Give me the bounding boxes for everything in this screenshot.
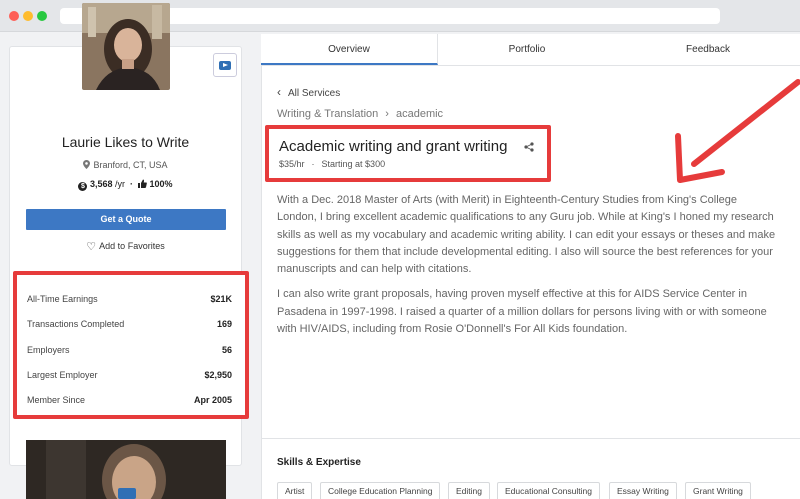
tab-overview[interactable]: Overview — [261, 34, 438, 65]
skill-tag[interactable]: Editing — [448, 482, 490, 499]
stat-row: Largest Employer $2,950 — [27, 370, 232, 384]
stat-row: Employers 56 — [27, 345, 232, 359]
rating-value: 100% — [149, 179, 173, 189]
description-paragraph: I can also write grant proposals, having… — [277, 288, 767, 336]
tab-portfolio[interactable]: Portfolio — [438, 34, 616, 65]
location-text: Branford, CT, USA — [93, 160, 168, 170]
profile-name: Laurie Likes to Write — [61, 134, 190, 150]
description-paragraph: With a Dec. 2018 Master of Arts (with Me… — [277, 194, 776, 276]
back-label: All Services — [288, 88, 341, 99]
all-services-link[interactable]: ‹ All Services — [277, 85, 340, 99]
add-to-favorites-link[interactable]: ♡ Add to Favorites — [9, 240, 242, 253]
stat-value: Apr 2005 — [193, 395, 232, 405]
stat-label: All-Time Earnings — [27, 294, 98, 304]
service-description: With a Dec. 2018 Master of Arts (with Me… — [277, 192, 777, 346]
skills-title: Skills & Expertise — [277, 457, 361, 468]
breadcrumb-category[interactable]: Writing & Translation — [277, 108, 378, 120]
skill-tag[interactable]: College Education Planning — [320, 482, 441, 499]
stat-label: Member Since — [27, 395, 86, 405]
annotation-arrow — [675, 79, 800, 183]
heart-icon: ♡ — [86, 241, 97, 253]
breadcrumb-subcategory[interactable]: academic — [396, 108, 443, 120]
get-quote-button[interactable]: Get a Quote — [26, 209, 226, 230]
share-icon[interactable] — [524, 142, 534, 152]
breadcrumb-separator: › — [385, 108, 389, 120]
video-icon — [219, 60, 231, 70]
profile-stats-highlight: All-Time Earnings $21K Transactions Comp… — [13, 271, 249, 419]
thumbs-up-icon — [138, 179, 147, 188]
service-tabs: Overview Portfolio Feedback — [261, 34, 800, 66]
profile-summary: $ 3,568 /yr · 100% — [9, 179, 242, 191]
service-title-highlight: Academic writing and grant writing $35/h… — [265, 125, 551, 182]
stat-label: Employers — [27, 345, 70, 355]
tab-feedback[interactable]: Feedback — [616, 34, 800, 65]
profile-location: Branford, CT, USA — [9, 160, 242, 170]
earnings-rate-unit: /yr — [115, 179, 125, 189]
stat-label: Largest Employer — [27, 370, 98, 380]
skill-tag[interactable]: Essay Writing — [609, 482, 677, 499]
stat-value: $21K — [210, 294, 232, 304]
breadcrumb: Writing & Translation › academic — [277, 108, 443, 120]
starting-price: Starting at $300 — [321, 159, 386, 169]
maximize-window-button[interactable] — [37, 11, 47, 21]
coin-icon: $ — [78, 182, 88, 191]
earnings-rate: 3,568 — [89, 179, 113, 189]
hourly-rate: $35/hr — [279, 159, 305, 169]
location-pin-icon — [83, 160, 91, 169]
stat-row: Member Since Apr 2005 — [27, 395, 232, 409]
stat-row: All-Time Earnings $21K — [27, 294, 232, 308]
skill-tag[interactable]: Educational Consulting — [497, 482, 600, 499]
stat-value: 56 — [221, 345, 232, 355]
close-window-button[interactable] — [9, 11, 19, 21]
play-icon[interactable] — [118, 488, 136, 499]
avatar-photo — [82, 3, 170, 90]
chevron-left-icon: ‹ — [277, 85, 281, 99]
minimize-window-button[interactable] — [23, 11, 33, 21]
stat-value: $2,950 — [204, 370, 232, 380]
favorites-label: Add to Favorites — [99, 241, 165, 251]
skill-tag[interactable]: Artist — [277, 482, 313, 499]
stat-value: 169 — [216, 319, 232, 329]
profile-avatar — [82, 3, 170, 90]
service-rates: $35/hr · Starting at $300 — [279, 159, 385, 169]
video-button[interactable] — [213, 53, 237, 77]
service-title: Academic writing and grant writing — [279, 138, 508, 155]
rate-separator: · — [311, 159, 315, 169]
stat-label: Transactions Completed — [27, 319, 125, 329]
skill-tag[interactable]: Grant Writing — [685, 482, 751, 499]
stat-row: Transactions Completed 169 — [27, 319, 232, 333]
